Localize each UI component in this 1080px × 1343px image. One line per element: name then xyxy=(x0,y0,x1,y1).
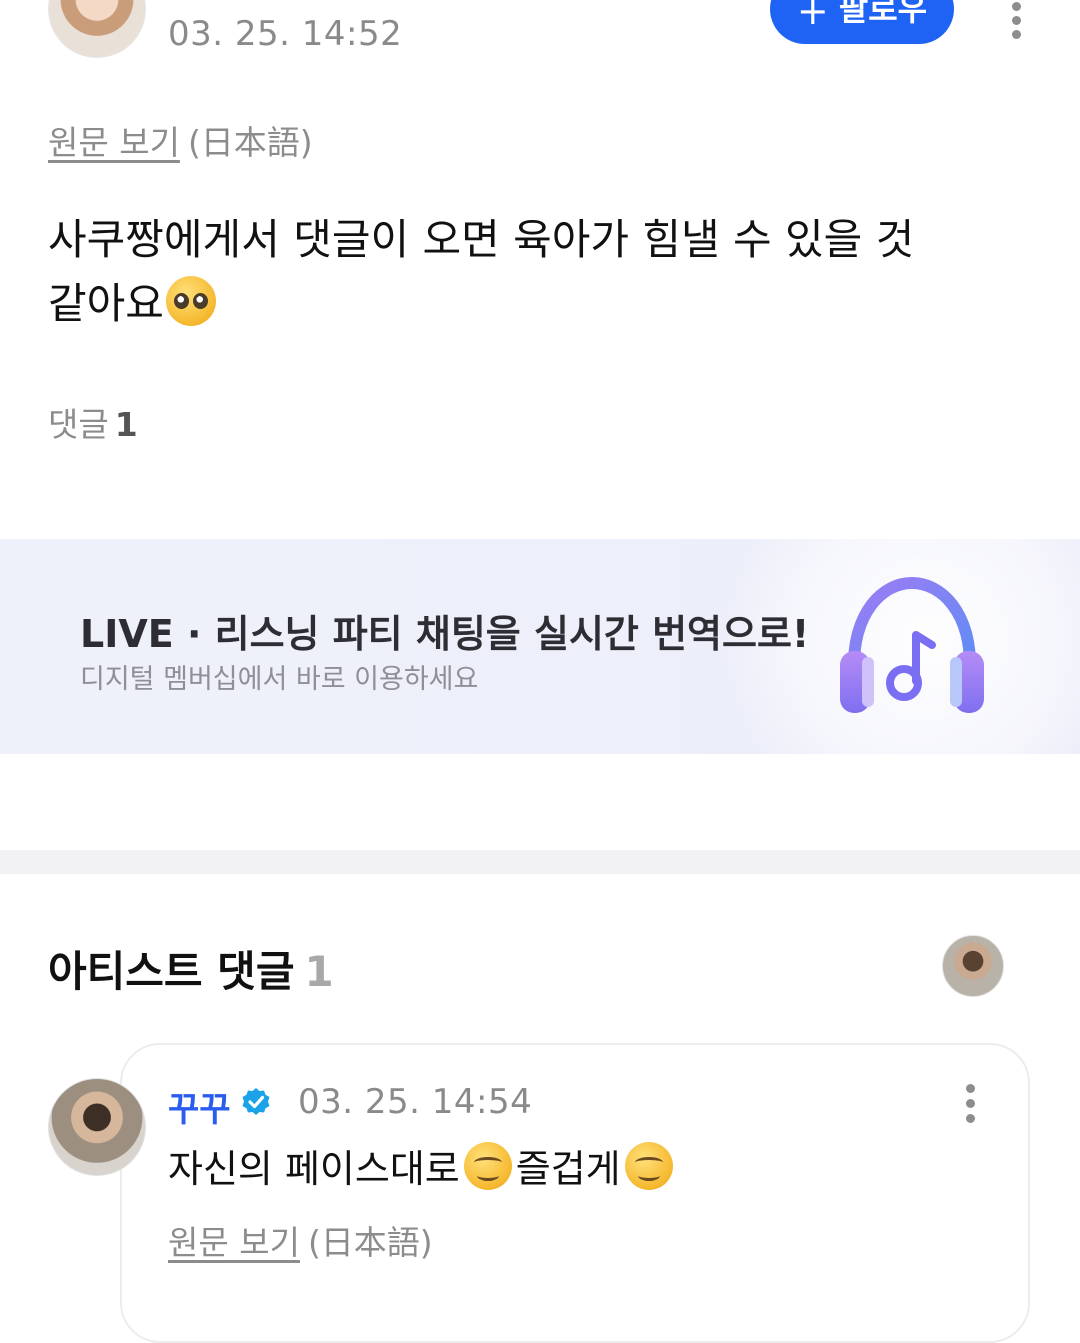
smiling-face-emoji-icon xyxy=(624,1142,673,1190)
comment-text-part-1: 자신의 페이스대로 xyxy=(168,1147,460,1191)
pleading-face-emoji-icon xyxy=(165,276,216,326)
view-original-link[interactable]: 원문 보기 xyxy=(48,123,180,162)
section-divider xyxy=(0,850,1080,874)
author-avatar[interactable] xyxy=(48,0,146,58)
comment-view-original-row: 원문 보기 (日本語) xyxy=(168,1216,433,1264)
comment-timestamp: 03. 25. 14:54 xyxy=(298,1082,533,1122)
follow-button[interactable]: + 팔로우 xyxy=(770,0,954,44)
comment-view-original-link[interactable]: 원문 보기 xyxy=(168,1223,300,1262)
comment-more-options-icon[interactable] xyxy=(958,1082,984,1124)
post-body-line-2: 같아요 xyxy=(48,272,968,336)
artist-comment-avatar[interactable] xyxy=(48,1078,146,1176)
original-language: (日本語) xyxy=(187,123,313,162)
post-body-text-2: 같아요 xyxy=(48,279,164,328)
banner-subtitle: 디지털 멤버십에서 바로 이용하세요 xyxy=(80,664,479,695)
smiling-face-emoji-icon xyxy=(463,1142,512,1190)
post-timestamp: 03. 25. 14:52 xyxy=(168,14,403,54)
promo-banner[interactable]: LIVE · 리스닝 파티 채팅을 실시간 번역으로! 디지털 멤버십에서 바로… xyxy=(0,539,1080,754)
artist-comments-heading: 아티스트 댓글 1 xyxy=(48,938,334,999)
comment-original-language: (日本語) xyxy=(307,1223,433,1262)
comment-text-part-2: 즐겁게 xyxy=(515,1147,621,1191)
plus-icon: + xyxy=(796,0,829,33)
post-body: 사쿠짱에게서 댓글이 오면 육아가 힘낼 수 있을 것 같아요 xyxy=(48,208,968,336)
post-body-line-1: 사쿠짱에게서 댓글이 오면 육아가 힘낼 수 있을 것 xyxy=(48,215,915,264)
view-original-row: 원문 보기 (日本語) xyxy=(48,116,313,164)
comment-count-value: 1 xyxy=(114,405,138,444)
comment-count-label: 댓글 xyxy=(48,405,109,444)
artist-comments-title: 아티스트 댓글 xyxy=(48,947,295,996)
follow-label: 팔로우 xyxy=(838,0,928,28)
artist-comment-text: 자신의 페이스대로 즐겁게 xyxy=(168,1138,677,1193)
artist-avatar-small[interactable] xyxy=(942,935,1004,997)
verified-badge-icon xyxy=(242,1088,270,1115)
artist-name[interactable]: 꾸꾸 xyxy=(168,1082,231,1131)
artist-comments-count: 1 xyxy=(304,947,334,996)
more-options-icon[interactable] xyxy=(1004,0,1030,40)
comment-count[interactable]: 댓글 1 xyxy=(48,398,138,446)
headphones-music-icon xyxy=(840,576,984,713)
banner-title: LIVE · 리스닝 파티 채팅을 실시간 번역으로! xyxy=(80,612,810,656)
